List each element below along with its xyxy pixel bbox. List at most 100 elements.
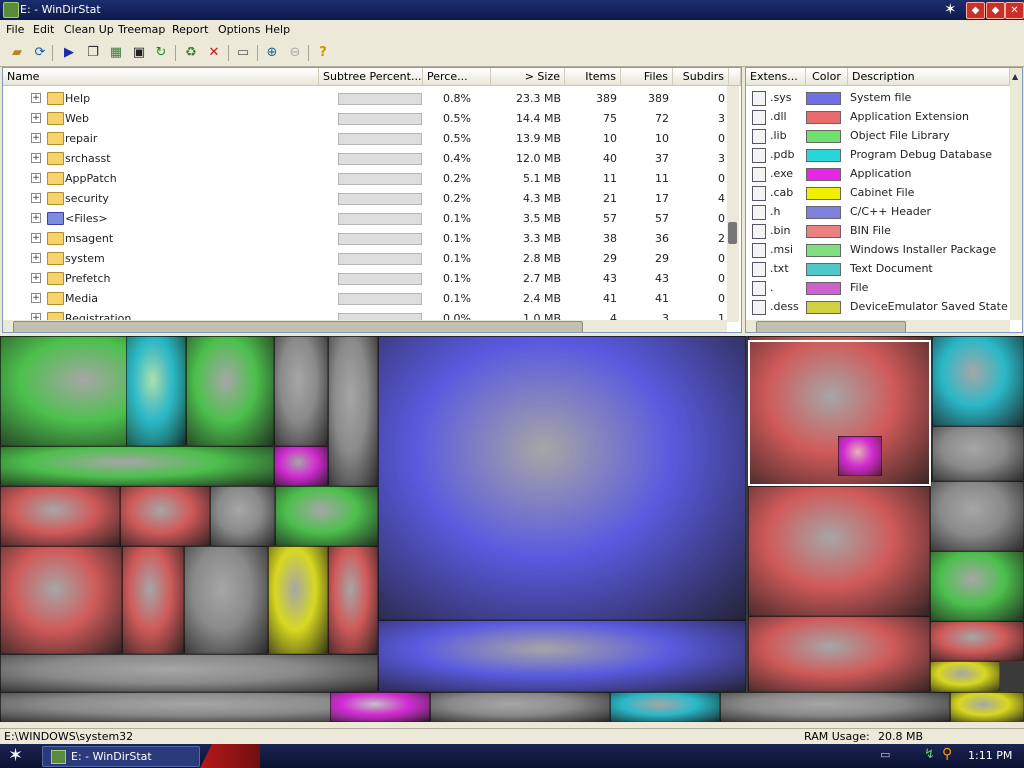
maximize-button[interactable]: ◆ [986,2,1005,19]
treemap-tile[interactable] [120,486,210,546]
table-row[interactable]: + AppPatch 0.2% 5.1 MB 11 11 0 [3,168,727,188]
delete-icon[interactable]: ✕ [205,44,223,62]
treemap-tile[interactable] [0,546,122,654]
treemap-tile[interactable] [268,546,328,654]
treemap-tile[interactable] [378,620,746,692]
table-row[interactable]: + Media 0.1% 2.4 MB 41 41 0 [3,288,727,308]
title-bar[interactable]: E: - WinDirStat ✶ ◆ ◆ ✕ [0,0,1024,20]
treemap-tile[interactable] [0,446,274,486]
cmd-icon[interactable]: ▣ [130,44,148,62]
column-size[interactable]: > Size [491,68,565,86]
extension-row[interactable]: .dess DeviceEmulator Saved State File [746,297,1022,316]
column-description[interactable]: Description [848,68,1010,86]
treemap-tile[interactable] [430,692,610,722]
menu-treemap[interactable]: Treemap [118,23,165,36]
horizontal-scrollbar[interactable] [3,320,727,332]
safely-remove-icon[interactable]: ↯ [924,747,935,762]
column-percent[interactable]: Perce... [423,68,491,86]
treemap-tile[interactable] [930,661,1000,692]
treemap-tile[interactable] [274,446,328,486]
treemap-tile[interactable] [210,486,275,546]
refresh-icon[interactable]: ⟳ [31,44,49,62]
column-subdirs[interactable]: Subdirs [673,68,729,86]
extension-row[interactable]: .txt Text Document [746,259,1010,278]
directory-list[interactable]: Name Subtree Percent... Perce... > Size … [2,67,742,333]
extension-row[interactable]: .bin BIN File [746,221,1010,240]
extension-row[interactable]: .lib Object File Library [746,126,1010,145]
vertical-scrollbar[interactable] [727,86,739,322]
extension-row[interactable]: .cab Cabinet File [746,183,1010,202]
expand-icon[interactable]: + [31,273,41,283]
table-row[interactable]: + security 0.2% 4.3 MB 21 17 4 [3,188,727,208]
column-files[interactable]: Files [621,68,673,86]
expand-icon[interactable]: + [31,113,41,123]
ext-vertical-scrollbar[interactable]: ▲ [1010,68,1022,320]
extension-row[interactable]: .exe Application [746,164,1010,183]
table-row[interactable]: + Prefetch 0.1% 2.7 MB 43 43 0 [3,268,727,288]
treemap-tile[interactable] [184,546,268,654]
table-row[interactable]: + srchasst 0.4% 12.0 MB 40 37 3 [3,148,727,168]
extension-row[interactable]: .h C/C++ Header [746,202,1010,221]
zoom-out-icon[interactable]: ⊖ [286,44,304,62]
copy-icon[interactable]: ❐ [84,44,102,62]
extension-list[interactable]: Extens... Color Description .sys System f… [745,67,1023,333]
table-row[interactable]: + msagent 0.1% 3.3 MB 38 36 2 [3,228,727,248]
treemap-tile[interactable] [274,336,328,446]
treemap-tile[interactable] [930,551,1024,621]
column-color[interactable]: Color [806,68,848,86]
taskbar-task-button[interactable]: E: - WinDirStat [42,746,200,767]
recycle-icon[interactable]: ♻ [182,44,200,62]
extension-row[interactable]: .dll Application Extension [746,107,1010,126]
column-subtree-percent[interactable]: Subtree Percent... [319,68,423,86]
treemap-tile[interactable] [0,486,120,546]
treemap-tile[interactable] [328,546,378,654]
treemap-tile[interactable] [930,621,1024,661]
treemap-tile[interactable] [330,692,430,722]
menu-report[interactable]: Report [172,23,208,36]
extension-row[interactable]: . File [746,278,1010,297]
expand-icon[interactable]: + [31,173,41,183]
treemap-tile[interactable] [932,336,1024,426]
column-extension[interactable]: Extens... [746,68,806,86]
open-icon[interactable]: ▰ [8,44,26,62]
refresh-all-icon[interactable]: ↻ [152,44,170,62]
table-row[interactable]: + system 0.1% 2.8 MB 29 29 0 [3,248,727,268]
table-row[interactable]: + <Files> 0.1% 3.5 MB 57 57 0 [3,208,727,228]
help-icon[interactable]: ? [314,44,332,62]
table-row[interactable]: + Web 0.5% 14.4 MB 75 72 3 [3,108,727,128]
table-row[interactable]: + Help 0.8% 23.3 MB 389 389 0 [3,88,727,108]
menu-edit[interactable]: Edit [33,23,54,36]
treemap-tile[interactable] [122,546,184,654]
treemap-tile[interactable] [748,486,930,616]
minimize-button[interactable]: ◆ [966,2,985,19]
extension-row[interactable]: .sys System file [746,88,1010,107]
search-icon[interactable]: ⚲ [942,746,952,762]
treemap-tile[interactable] [186,336,274,446]
treemap-tile[interactable] [126,336,186,446]
expand-icon[interactable]: + [31,293,41,303]
treemap-tile[interactable] [328,336,378,486]
ext-horizontal-scrollbar-thumb[interactable] [756,321,906,332]
menu-help[interactable]: Help [265,23,290,36]
extension-row[interactable]: .msi Windows Installer Package [746,240,1010,259]
treemap[interactable] [0,336,1024,722]
extension-row[interactable]: .pdb Program Debug Database [746,145,1010,164]
column-items[interactable]: Items [565,68,621,86]
expand-icon[interactable]: + [31,153,41,163]
vertical-scrollbar-thumb[interactable] [728,222,737,244]
treemap-tile[interactable] [950,692,1024,722]
play-icon[interactable]: ▶ [60,44,78,62]
zoom-in-icon[interactable]: ⊕ [263,44,281,62]
ext-horizontal-scrollbar[interactable] [746,320,1010,332]
explorer-icon[interactable]: ▦ [107,44,125,62]
treemap-tile[interactable] [275,486,378,546]
expand-icon[interactable]: + [31,253,41,263]
menu-file[interactable]: File [6,23,24,36]
treemap-tile[interactable] [0,654,378,692]
start-star-icon[interactable]: ✶ [8,745,23,766]
properties-icon[interactable]: ▭ [234,44,252,62]
treemap-tile[interactable] [748,616,930,692]
expand-icon[interactable]: + [31,213,41,223]
expand-icon[interactable]: + [31,93,41,103]
close-button[interactable]: ✕ [1005,2,1024,19]
